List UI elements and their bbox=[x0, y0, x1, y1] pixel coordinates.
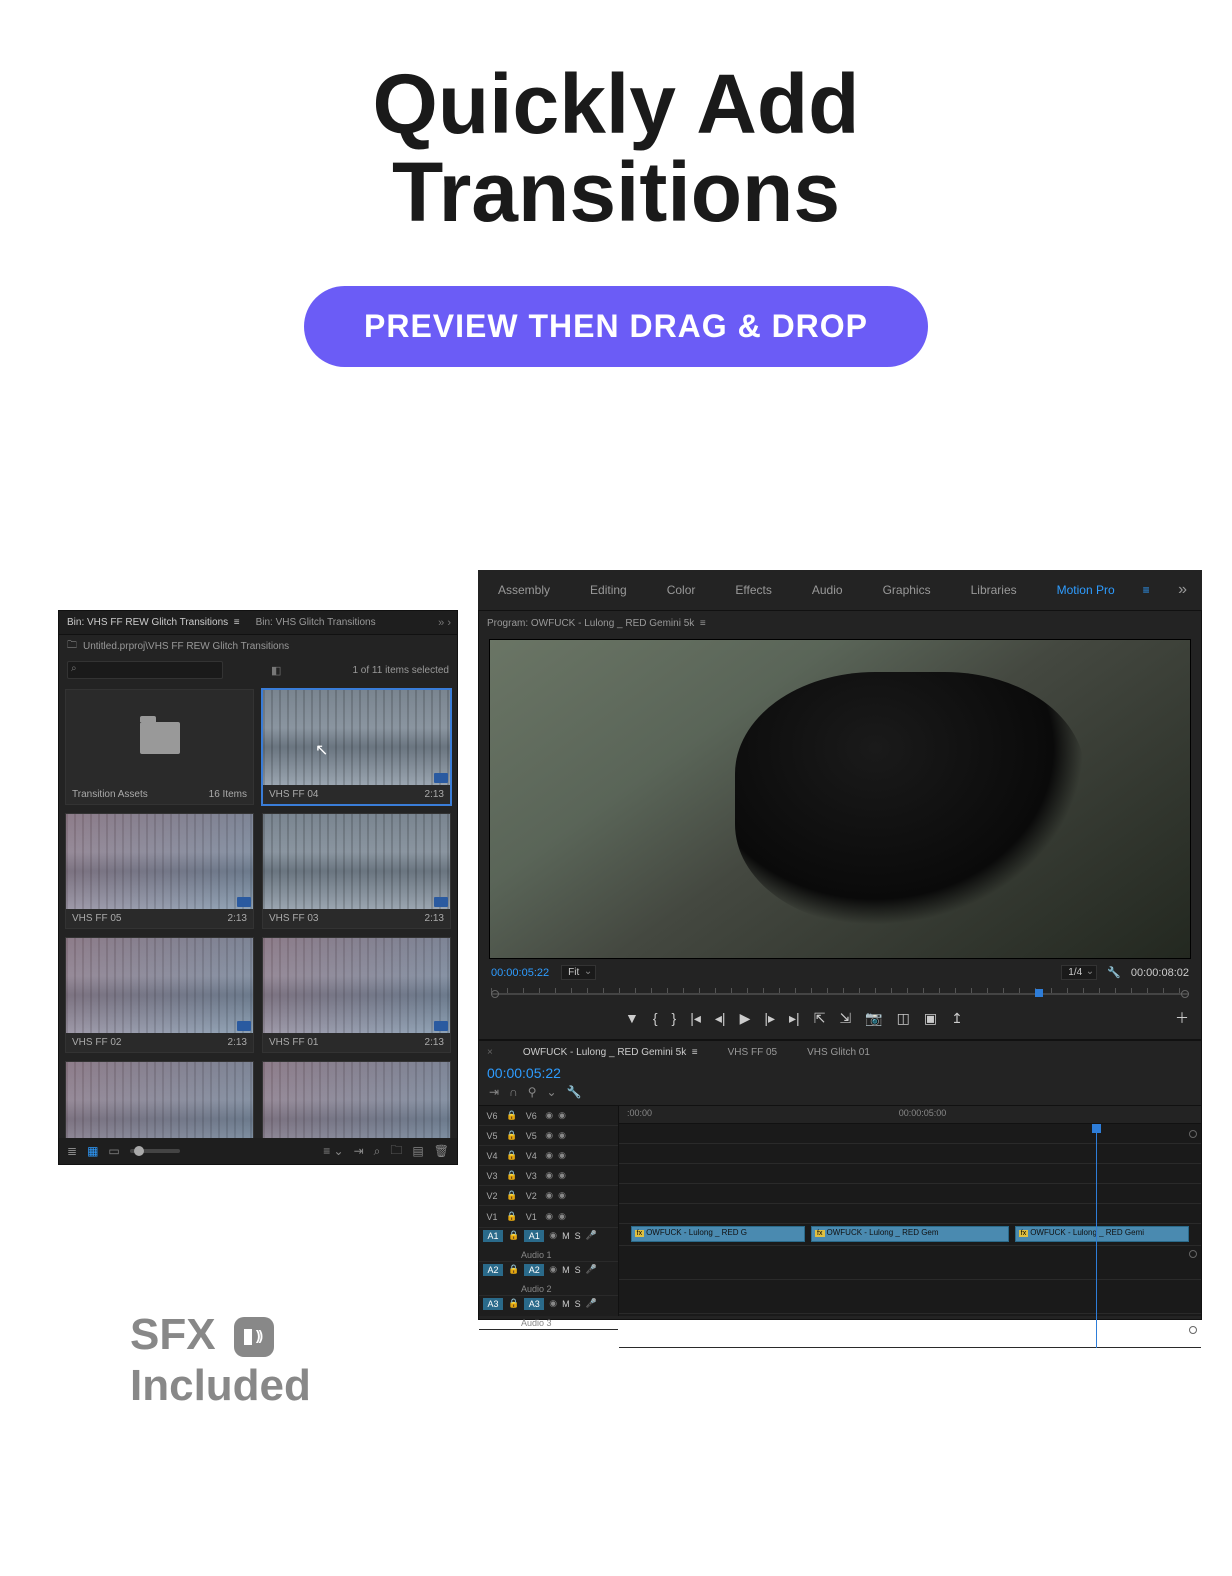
lock-icon[interactable]: 🔒 bbox=[506, 1110, 517, 1121]
find-icon[interactable]: ⌕ bbox=[374, 1144, 381, 1159]
in-point-icon[interactable]: { bbox=[653, 1010, 658, 1026]
bin-tab-overflow-icon[interactable]: » › bbox=[438, 617, 457, 629]
program-viewer[interactable] bbox=[489, 639, 1191, 959]
new-bin-icon[interactable]: 🗀 bbox=[390, 1141, 402, 1162]
timeline-tab[interactable]: OWFUCK - Lulong _ RED Gemini 5k ≡ bbox=[523, 1047, 698, 1058]
program-timecode[interactable]: 00:00:05:22 bbox=[491, 967, 549, 979]
workspace-color[interactable]: Color bbox=[647, 583, 716, 597]
cursor-icon: ↖ bbox=[315, 740, 328, 760]
timeline-clip[interactable]: fxOWFUCK - Lulong _ RED Gem bbox=[811, 1226, 1009, 1242]
bin-item[interactable]: VHS FF 01 2:13 bbox=[262, 937, 451, 1053]
wrench-icon[interactable]: 🔧 bbox=[567, 1085, 582, 1099]
bin-filter-icon[interactable]: ◧ bbox=[271, 664, 281, 677]
workspace-overflow-icon[interactable]: » bbox=[1163, 581, 1202, 599]
snap-icon[interactable]: ⇥ bbox=[489, 1085, 499, 1099]
timeline-timecode[interactable]: 00:00:05:22 bbox=[479, 1063, 1201, 1083]
new-item-icon[interactable]: ▤ bbox=[412, 1144, 423, 1158]
track-headers: V6🔒V6◉◉ V5🔒V5◉◉ V4🔒V4◉◉ V3🔒V3◉◉ V2🔒V2◉◉ … bbox=[479, 1106, 619, 1316]
workspace-assembly[interactable]: Assembly bbox=[478, 583, 570, 597]
go-to-out-icon[interactable]: ▸| bbox=[789, 1010, 800, 1027]
bin-item[interactable]: VHS FF 02 2:13 bbox=[65, 937, 254, 1053]
search-icon: ⌕ bbox=[71, 663, 77, 674]
bin-footer-toolbar: ≣ ▦ ▭ ≡ ⌄ ⇥ ⌕ 🗀 ▤ 🗑 bbox=[59, 1138, 457, 1164]
program-scrub-bar[interactable] bbox=[491, 986, 1189, 1002]
freeform-view-icon[interactable]: ▭ bbox=[108, 1144, 119, 1158]
timeline-clip[interactable]: fxOWFUCK - Lulong _ RED Gemi bbox=[1015, 1226, 1190, 1242]
extract-icon[interactable]: ⇲ bbox=[839, 1010, 851, 1027]
step-forward-icon[interactable]: |▸ bbox=[764, 1010, 775, 1027]
playhead-icon[interactable] bbox=[1035, 989, 1043, 997]
program-tab[interactable]: Program: OWFUCK - Lulong _ RED Gemini 5k… bbox=[487, 618, 706, 629]
marker-icon[interactable]: ▼ bbox=[625, 1010, 639, 1026]
icon-view-icon[interactable]: ▦ bbox=[87, 1144, 98, 1158]
bin-item[interactable]: VHS FF 03 2:13 bbox=[262, 813, 451, 929]
step-back-icon[interactable]: ◂| bbox=[715, 1010, 726, 1027]
bin-item[interactable]: VHS FF 05 2:13 bbox=[65, 813, 254, 929]
list-view-icon[interactable]: ≣ bbox=[67, 1144, 77, 1158]
hero-title: Quickly Add Transitions bbox=[0, 60, 1232, 236]
thumbnail-size-slider[interactable] bbox=[130, 1149, 180, 1153]
go-to-in-icon[interactable]: |◂ bbox=[690, 1010, 701, 1027]
automate-icon[interactable]: ⇥ bbox=[354, 1144, 364, 1158]
program-duration: 00:00:08:02 bbox=[1131, 967, 1189, 979]
timeline-ruler[interactable]: :00:00 00:00:05:00 bbox=[619, 1106, 1201, 1124]
bin-tab-active[interactable]: Bin: VHS FF REW Glitch Transitions ≡ bbox=[59, 617, 248, 628]
folder-icon: 🗀 bbox=[67, 638, 77, 655]
toggle-output-icon[interactable]: ◉ bbox=[545, 1110, 553, 1121]
project-bin-panel: Bin: VHS FF REW Glitch Transitions ≡ Bin… bbox=[58, 610, 458, 1165]
settings-wrench-icon[interactable]: 🔧 bbox=[1107, 966, 1121, 979]
workspace-graphics[interactable]: Graphics bbox=[863, 583, 951, 597]
workspace-motion-pro[interactable]: Motion Pro bbox=[1037, 583, 1135, 597]
timeline-playhead[interactable] bbox=[1096, 1124, 1097, 1348]
audio-source-patch[interactable]: A1 bbox=[483, 1230, 503, 1242]
zoom-dropdown[interactable]: 1/4 bbox=[1061, 965, 1097, 980]
comparison-icon[interactable]: ◫ bbox=[897, 1010, 910, 1027]
program-monitor-panel: Program: OWFUCK - Lulong _ RED Gemini 5k… bbox=[478, 610, 1202, 1040]
export-icon[interactable]: ↥ bbox=[951, 1010, 963, 1027]
timeline-settings-icon[interactable]: ⌄ bbox=[546, 1085, 556, 1099]
timeline-panel: × OWFUCK - Lulong _ RED Gemini 5k ≡ VHS … bbox=[478, 1040, 1202, 1320]
timeline-clip[interactable]: fxOWFUCK - Lulong _ RED G bbox=[631, 1226, 806, 1242]
bin-search-input[interactable] bbox=[67, 661, 223, 679]
linked-selection-icon[interactable]: ∩ bbox=[509, 1085, 518, 1099]
cta-preview-drag-drop[interactable]: PREVIEW THEN DRAG & DROP bbox=[304, 286, 928, 367]
bin-tab-secondary[interactable]: Bin: VHS Glitch Transitions bbox=[248, 617, 384, 628]
sfx-included-badge: SFX )) Included bbox=[130, 1310, 311, 1411]
bin-selection-status: 1 of 11 items selected bbox=[352, 665, 449, 676]
audio-icon: )) bbox=[234, 1317, 274, 1357]
timeline-tab[interactable]: VHS Glitch 01 bbox=[807, 1047, 870, 1058]
workspace-effects[interactable]: Effects bbox=[715, 583, 791, 597]
marker-tool-icon[interactable]: ⚲ bbox=[528, 1085, 537, 1099]
workspace-editing[interactable]: Editing bbox=[570, 583, 647, 597]
bin-item-folder[interactable]: Transition Assets 16 Items bbox=[65, 689, 254, 805]
lift-icon[interactable]: ⇱ bbox=[814, 1010, 826, 1027]
workspace-libraries[interactable]: Libraries bbox=[951, 583, 1037, 597]
workspace-audio[interactable]: Audio bbox=[792, 583, 863, 597]
play-icon[interactable]: ▶ bbox=[740, 1010, 751, 1027]
export-frame-icon[interactable]: 📷 bbox=[865, 1010, 882, 1027]
v1-track-lane[interactable]: fxOWFUCK - Lulong _ RED G fxOWFUCK - Lul… bbox=[619, 1224, 1201, 1246]
trash-icon[interactable]: 🗑 bbox=[434, 1144, 449, 1158]
workspace-menu-icon[interactable]: ≡ bbox=[1135, 583, 1158, 597]
out-point-icon[interactable]: } bbox=[672, 1010, 677, 1026]
sort-icon[interactable]: ≡ ⌄ bbox=[323, 1144, 343, 1158]
bin-item[interactable]: ↖ VHS FF 04 2:13 bbox=[262, 689, 451, 805]
fit-dropdown[interactable]: Fit bbox=[561, 965, 596, 980]
eye-icon[interactable]: ◉ bbox=[558, 1110, 566, 1121]
button-editor-icon[interactable]: ＋ bbox=[1175, 1008, 1189, 1028]
safe-margins-icon[interactable]: ▣ bbox=[924, 1010, 937, 1027]
timeline-tab[interactable]: VHS FF 05 bbox=[728, 1047, 777, 1058]
mic-icon[interactable]: 🎤 bbox=[586, 1230, 597, 1241]
bin-breadcrumb: 🗀 Untitled.prproj\VHS FF REW Glitch Tran… bbox=[59, 635, 457, 657]
workspace-bar: Assembly Editing Color Effects Audio Gra… bbox=[478, 570, 1202, 610]
